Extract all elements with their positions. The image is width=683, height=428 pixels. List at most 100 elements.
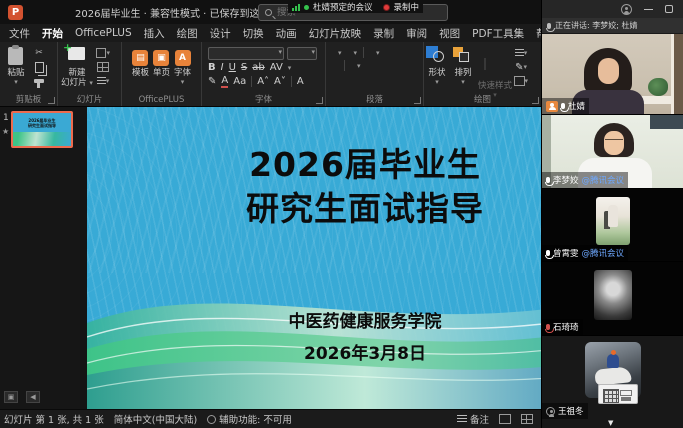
underline-button[interactable]: U	[229, 62, 236, 73]
tab-view[interactable]: 视图	[436, 25, 463, 42]
font-name-combo[interactable]	[208, 47, 284, 60]
mic-on-icon	[561, 103, 565, 109]
slide-thumbnail-panel: 1 ★ 2026届毕业生研究生面试指导 ▣ ◀	[0, 107, 80, 409]
accessibility-status[interactable]: 辅助功能: 不可用	[207, 412, 292, 426]
speaking-indicator-bar: 正在讲话: 李梦姣; 杜婧	[542, 18, 683, 34]
change-case-button[interactable]: Aa	[233, 76, 246, 87]
normal-view-button[interactable]	[499, 414, 511, 424]
collapse-panel-icon[interactable]: ◀	[26, 391, 40, 403]
template-icon: ▤	[132, 50, 148, 66]
strikethrough-button[interactable]: S	[241, 62, 247, 73]
thumbnail-title: 2026届毕业生研究生面试指导	[13, 118, 71, 128]
tab-officeplus[interactable]: OfficePLUS	[72, 26, 135, 40]
tab-file[interactable]: 文件	[6, 25, 33, 42]
video-tile-zengxiaowen[interactable]: 曾霄雯@腾讯会议	[542, 189, 683, 262]
drawing-group: 形状▾ 排列▾ 快速样式▾ ▾ ✎▾ ▾ 绘图	[424, 42, 541, 106]
participant-name: 曾霄雯	[553, 247, 579, 259]
copy-button[interactable]	[32, 61, 46, 73]
slide-layout-button[interactable]: ▾	[96, 47, 110, 59]
minimize-icon[interactable]	[644, 9, 653, 10]
tab-design[interactable]: 设计	[207, 25, 234, 42]
clear-formatting-button[interactable]: A	[297, 76, 304, 87]
video-tile-wangzudong[interactable]: 王祖冬 ▼	[542, 336, 683, 428]
single-page-button[interactable]: ▣ 单页	[153, 50, 170, 78]
tab-record[interactable]: 录制	[370, 25, 397, 42]
shape-outline-button[interactable]: ✎▾	[514, 61, 528, 73]
officeplus-group: ▤ 模板 ▣ 单页 A 字体▾ OfficePLUS	[122, 42, 202, 106]
tab-animations[interactable]: 动画	[273, 25, 300, 42]
new-slide-button[interactable]: + 新建幻灯片 ▾	[60, 46, 94, 88]
app-window: P 2026届毕业生 · 兼容性模式 · 已保存到这台电脑∨ 杜婧预定的会议 录…	[0, 0, 683, 428]
video-tile-shiqiqi[interactable]: 石琦琦	[542, 262, 683, 336]
paragraph-dialog-launcher[interactable]	[414, 97, 421, 104]
tab-slideshow[interactable]: 幻灯片放映	[306, 25, 365, 42]
paste-button[interactable]: 粘贴▾	[2, 46, 30, 86]
clipboard-dialog-launcher[interactable]	[48, 97, 55, 104]
paragraph-group-label: 段落	[326, 93, 423, 105]
language-status[interactable]: 简体中文(中国大陆)	[114, 412, 197, 426]
font-color-button[interactable]: A	[221, 75, 228, 88]
slide-1-thumbnail[interactable]: 2026届毕业生研究生面试指导	[11, 111, 73, 148]
plant-decor	[648, 78, 668, 96]
restore-icon[interactable]	[665, 5, 673, 13]
shadow-button[interactable]: ab	[252, 62, 264, 73]
media-control-icon[interactable]: ▣	[4, 391, 18, 403]
reset-slide-button[interactable]	[96, 61, 110, 73]
tab-transitions[interactable]: 切换	[240, 25, 267, 42]
clipboard-group: 粘贴▾ ✂ 剪贴板	[0, 42, 58, 106]
participant-label: 王祖冬	[542, 403, 588, 419]
video-tile-limengjiao[interactable]: 李梦姣@腾讯会议	[542, 115, 683, 189]
meeting-status-pill[interactable]: 杜婧预定的会议 录制中	[288, 1, 423, 13]
accessibility-icon	[207, 415, 216, 424]
template-button[interactable]: ▤ 模板	[132, 50, 149, 78]
slide-sorter-view-button[interactable]	[521, 414, 533, 424]
participant-name: 石琦琦	[553, 321, 579, 333]
shapes-button[interactable]: 形状▾	[426, 46, 448, 86]
character-spacing-button[interactable]: AV	[270, 62, 283, 73]
font-dialog-launcher[interactable]	[316, 97, 323, 104]
video-tile-dujing[interactable]: 杜婧	[542, 34, 683, 115]
font-pack-button[interactable]: A 字体▾	[174, 50, 191, 86]
shrink-font-button[interactable]: A˅	[274, 76, 286, 87]
drawing-dialog-launcher[interactable]	[532, 97, 539, 104]
font-size-combo[interactable]	[287, 47, 317, 60]
tab-pdf-tools[interactable]: PDF工具集	[469, 25, 527, 42]
slide-title[interactable]: 2026届毕业生研究生面试指导	[87, 143, 541, 231]
section-button[interactable]: ▾	[96, 75, 110, 87]
tab-draw[interactable]: 绘图	[174, 25, 201, 42]
mic-on-icon	[546, 250, 550, 256]
bold-button[interactable]: B	[208, 62, 216, 73]
tab-insert[interactable]: 插入	[141, 25, 168, 42]
slide-date[interactable]: 2026年3月8日	[87, 339, 541, 364]
tab-home[interactable]: 开始	[39, 25, 66, 42]
participant-label: 李梦姣@腾讯会议	[542, 172, 628, 188]
signal-icon	[292, 4, 300, 11]
slide-canvas[interactable]: 2026届毕业生研究生面试指导 中医药健康服务学院 2026年3月8日	[87, 107, 541, 409]
thumbnail-waves	[13, 132, 71, 146]
slide-organization[interactable]: 中医药健康服务学院	[87, 307, 541, 332]
participant-label: 曾霄雯@腾讯会议	[542, 245, 628, 261]
shape-effects-button[interactable]: ▾	[514, 75, 528, 87]
tab-review[interactable]: 审阅	[403, 25, 430, 42]
highlight-button[interactable]: ✎	[208, 76, 216, 87]
slides-group-label: 幻灯片	[58, 93, 121, 105]
mini-popup-overlay[interactable]	[598, 384, 638, 404]
grow-font-button[interactable]: A˄	[257, 76, 269, 87]
animation-star-icon: ★	[2, 127, 9, 136]
mic-muted-icon	[546, 324, 550, 330]
cut-button[interactable]: ✂	[32, 47, 46, 59]
scroll-more-icon[interactable]: ▼	[608, 419, 613, 427]
drawing-group-label: 绘图	[424, 93, 541, 105]
arrange-button[interactable]: 排列▾	[452, 46, 474, 86]
shape-fill-button[interactable]: ▾	[514, 47, 528, 59]
notes-button[interactable]: 备注	[457, 412, 489, 426]
format-painter-button[interactable]	[32, 75, 46, 87]
background-shadow	[650, 115, 683, 129]
plus-icon: +	[63, 43, 72, 52]
participants-icon[interactable]	[621, 4, 632, 15]
font-pack-icon: A	[175, 50, 191, 66]
italic-button[interactable]: I	[221, 62, 224, 73]
avatar-figure	[608, 205, 618, 227]
officeplus-group-label: OfficePLUS	[122, 95, 201, 105]
person-glasses	[605, 139, 623, 144]
